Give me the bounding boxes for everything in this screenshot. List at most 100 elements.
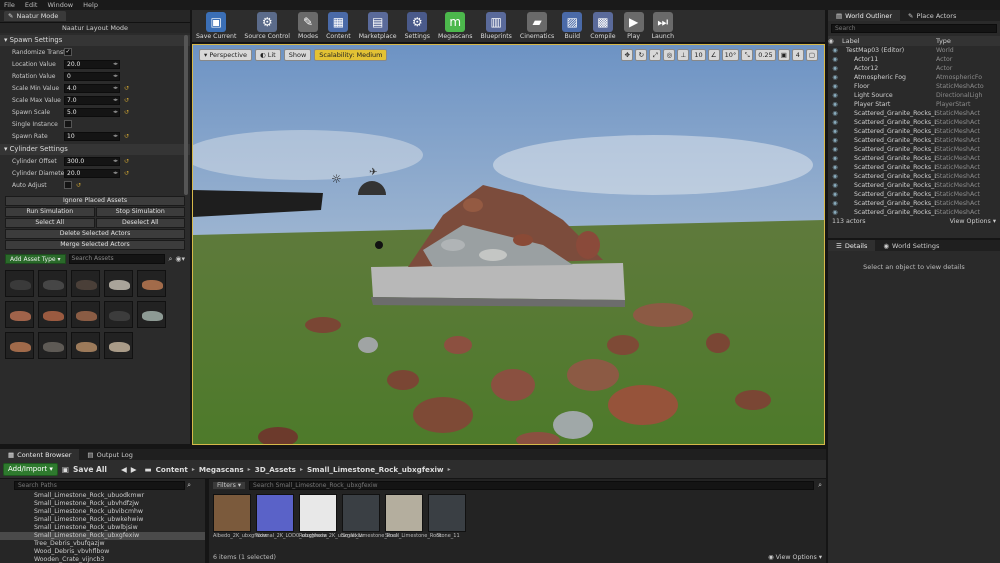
property-number-field[interactable]: 20.0 — [64, 59, 120, 69]
breadcrumb-content[interactable]: Content — [156, 465, 188, 474]
ignore-placed-assets-button[interactable]: Ignore Placed Assets — [5, 196, 185, 206]
merge-selected-actors-button[interactable]: Merge Selected Actors — [5, 240, 185, 250]
outliner-row[interactable]: ◉ Light Source DirectionalLigh — [828, 91, 1000, 100]
scalability-badge[interactable]: Scalability: Medium — [314, 49, 388, 61]
asset-tile[interactable]: Normal_2K_LOD0_ubxgfexiw — [256, 494, 327, 548]
outliner-row[interactable]: ◉ Scattered_Granite_Rocks_LC StaticMeshAct — [828, 181, 1000, 190]
play-button[interactable]: ▶ Play — [623, 12, 644, 40]
tab-world-settings[interactable]: ◉ World Settings — [875, 240, 947, 251]
visibility-eye-icon[interactable]: ◉ — [828, 91, 842, 100]
modes-button[interactable]: ✎ Modes — [298, 12, 318, 40]
folder-item[interactable]: Small_Limestone_Rock_ubvhdfzjw — [0, 500, 205, 508]
property-number-field[interactable]: 4.0 — [64, 83, 120, 93]
folder-item[interactable]: Small_Limestone_Rock_ubxgfexiw — [0, 532, 205, 540]
property-checkbox[interactable]: ✓ — [64, 48, 72, 56]
actor-gizmo-icon[interactable] — [375, 241, 383, 249]
visibility-eye-icon[interactable]: ◉ — [828, 100, 842, 109]
outliner-view-options-button[interactable]: View Options ▾ — [950, 217, 996, 227]
stop-simulation-button[interactable]: Stop Simulation — [95, 207, 185, 217]
rotation-snap-value[interactable]: 10° — [721, 49, 740, 61]
delete-selected-actors-button[interactable]: Delete Selected Actors — [5, 229, 185, 239]
search-assets-input[interactable]: Search Assets — [68, 254, 166, 264]
show-button[interactable]: Show — [283, 49, 312, 61]
menu-file[interactable]: File — [4, 1, 15, 9]
asset-tile[interactable]: Small_Limestone_Rock — [342, 494, 399, 548]
outliner-row[interactable]: ◉ Scattered_Granite_Rocks_LC StaticMeshAct — [828, 208, 1000, 217]
outliner-row[interactable]: ◉ Actor11 Actor — [828, 55, 1000, 64]
visibility-eye-icon[interactable]: ◉ — [828, 127, 842, 136]
eye-icon[interactable]: ◉▾ — [175, 255, 185, 263]
transform-scale-icon[interactable]: ⤢ — [649, 49, 662, 61]
outliner-row[interactable]: ◉ Scattered_Granite_Rocks_LC StaticMeshAct — [828, 127, 1000, 136]
outliner-row[interactable]: ◉ Atmospheric Fog AtmosphericFo — [828, 73, 1000, 82]
property-number-field[interactable]: 0 — [64, 71, 120, 81]
save-all-button[interactable]: Save All — [73, 465, 107, 474]
visibility-eye-icon[interactable]: ◉ — [828, 55, 842, 64]
add-import-button[interactable]: Add/Import ▾ — [3, 462, 58, 476]
label-column-header[interactable]: Label — [842, 36, 936, 46]
asset-tile[interactable]: Albedo_2K_ubxgfexiw — [213, 494, 267, 548]
property-number-field[interactable]: 20.0 — [64, 168, 120, 178]
light-gizmo-icon[interactable]: ☼ — [331, 172, 342, 186]
scale-snap-icon[interactable]: ⤡ — [741, 49, 754, 61]
outliner-row[interactable]: ◉ Scattered_Granite_Rocks_LC StaticMeshAct — [828, 199, 1000, 208]
transform-translate-icon[interactable]: ✥ — [621, 49, 634, 61]
visibility-eye-icon[interactable]: ◉ — [828, 163, 842, 172]
spawn-settings-header[interactable]: ▾ Spawn Settings — [0, 35, 190, 46]
visibility-eye-icon[interactable]: ◉ — [828, 172, 842, 181]
outliner-row[interactable]: ◉ Scattered_Granite_Rocks_LC StaticMeshAct — [828, 109, 1000, 118]
outliner-row[interactable]: ◉ Floor StaticMeshActo — [828, 82, 1000, 91]
rotation-snap-icon[interactable]: ∠ — [707, 49, 720, 61]
perspective-button[interactable]: ▾ Perspective — [199, 49, 252, 61]
folder-item[interactable]: Small_Limestone_Rock_ubvibcmhw — [0, 508, 205, 516]
menu-window[interactable]: Window — [47, 1, 73, 9]
camera-speed-icon[interactable]: ▣ — [777, 49, 790, 61]
outliner-row[interactable]: ◉ Scattered_Granite_Rocks_LC StaticMeshAct — [828, 136, 1000, 145]
naatur-mode-tab[interactable]: ✎ Naatur Mode — [4, 11, 67, 21]
asset-thumbnail[interactable] — [137, 301, 166, 328]
tab-place-actors[interactable]: ✎ Place Actors — [900, 10, 964, 21]
asset-view-options-button[interactable]: ◉ View Options ▾ — [768, 554, 822, 561]
asset-thumbnail[interactable] — [104, 270, 133, 297]
breadcrumb-current-folder[interactable]: Small_Limestone_Rock_ubxgfexiw — [307, 465, 444, 474]
visibility-eye-icon[interactable]: ◉ — [828, 73, 842, 82]
visibility-eye-icon[interactable]: ◉ — [828, 145, 842, 154]
folder-item[interactable]: Wooden_Crate_vijncb3 — [0, 556, 205, 563]
outliner-row[interactable]: ◉ Scattered_Granite_Rocks_LC StaticMeshAct — [828, 154, 1000, 163]
visibility-eye-icon[interactable]: ◉ — [828, 199, 842, 208]
world-local-icon[interactable]: ◎ — [663, 49, 676, 61]
player-start-gizmo-icon[interactable]: ✈ — [369, 167, 377, 178]
folder-item[interactable]: Wood_Debris_vbvhflbow — [0, 548, 205, 556]
outliner-row[interactable]: ◉ Scattered_Granite_Rocks_LC StaticMeshAct — [828, 190, 1000, 199]
breadcrumb-dropdown-icon[interactable]: ▸ — [448, 466, 451, 473]
asset-tile[interactable]: Stone_11 — [428, 494, 468, 548]
surface-snap-icon[interactable]: ⊥ — [677, 49, 690, 61]
tab-details[interactable]: ☰ Details — [828, 240, 876, 251]
grid-snap-value[interactable]: 10 — [691, 49, 706, 61]
transform-rotate-icon[interactable]: ↻ — [635, 49, 648, 61]
menu-help[interactable]: Help — [83, 1, 98, 9]
reset-to-default-icon[interactable]: ↺ — [124, 133, 129, 140]
search-paths-input[interactable]: Search Paths — [14, 481, 186, 490]
asset-search-input[interactable]: Search Small_Limestone_Rock_ubxgfexiw — [249, 481, 815, 490]
content-button[interactable]: ▦ Content — [326, 12, 351, 40]
property-checkbox[interactable] — [64, 181, 72, 189]
visibility-eye-icon[interactable]: ◉ — [828, 109, 842, 118]
outliner-row[interactable]: ◉ Scattered_Granite_Rocks_LC StaticMeshAct — [828, 145, 1000, 154]
cinematics-button[interactable]: ▰ Cinematics — [520, 12, 554, 40]
asset-thumbnail[interactable] — [5, 270, 34, 297]
asset-thumbnail[interactable] — [71, 332, 100, 359]
visibility-eye-icon[interactable]: ◉ — [828, 46, 842, 55]
maximize-viewport-icon[interactable]: ▢ — [805, 49, 818, 61]
asset-thumbnail[interactable] — [5, 332, 34, 359]
menu-edit[interactable]: Edit — [25, 1, 38, 9]
select-all-button[interactable]: Select All — [5, 218, 95, 228]
type-column-header[interactable]: Type — [936, 36, 984, 46]
deselect-all-button[interactable]: Deselect All — [95, 218, 185, 228]
visibility-eye-icon[interactable]: ◉ — [828, 82, 842, 91]
outliner-row[interactable]: ◉ Scattered_Granite_Rocks_LC StaticMeshAct — [828, 118, 1000, 127]
property-number-field[interactable]: 7.0 — [64, 95, 120, 105]
outliner-row[interactable]: ◉ Scattered_Granite_Rocks_LC StaticMeshAct — [828, 172, 1000, 181]
outliner-row[interactable]: ◉ TestMap03 (Editor) World — [828, 46, 1000, 55]
level-viewport[interactable]: ☼ ✈ ▾ Perspective ◐ Lit Show Scalability… — [192, 44, 825, 445]
